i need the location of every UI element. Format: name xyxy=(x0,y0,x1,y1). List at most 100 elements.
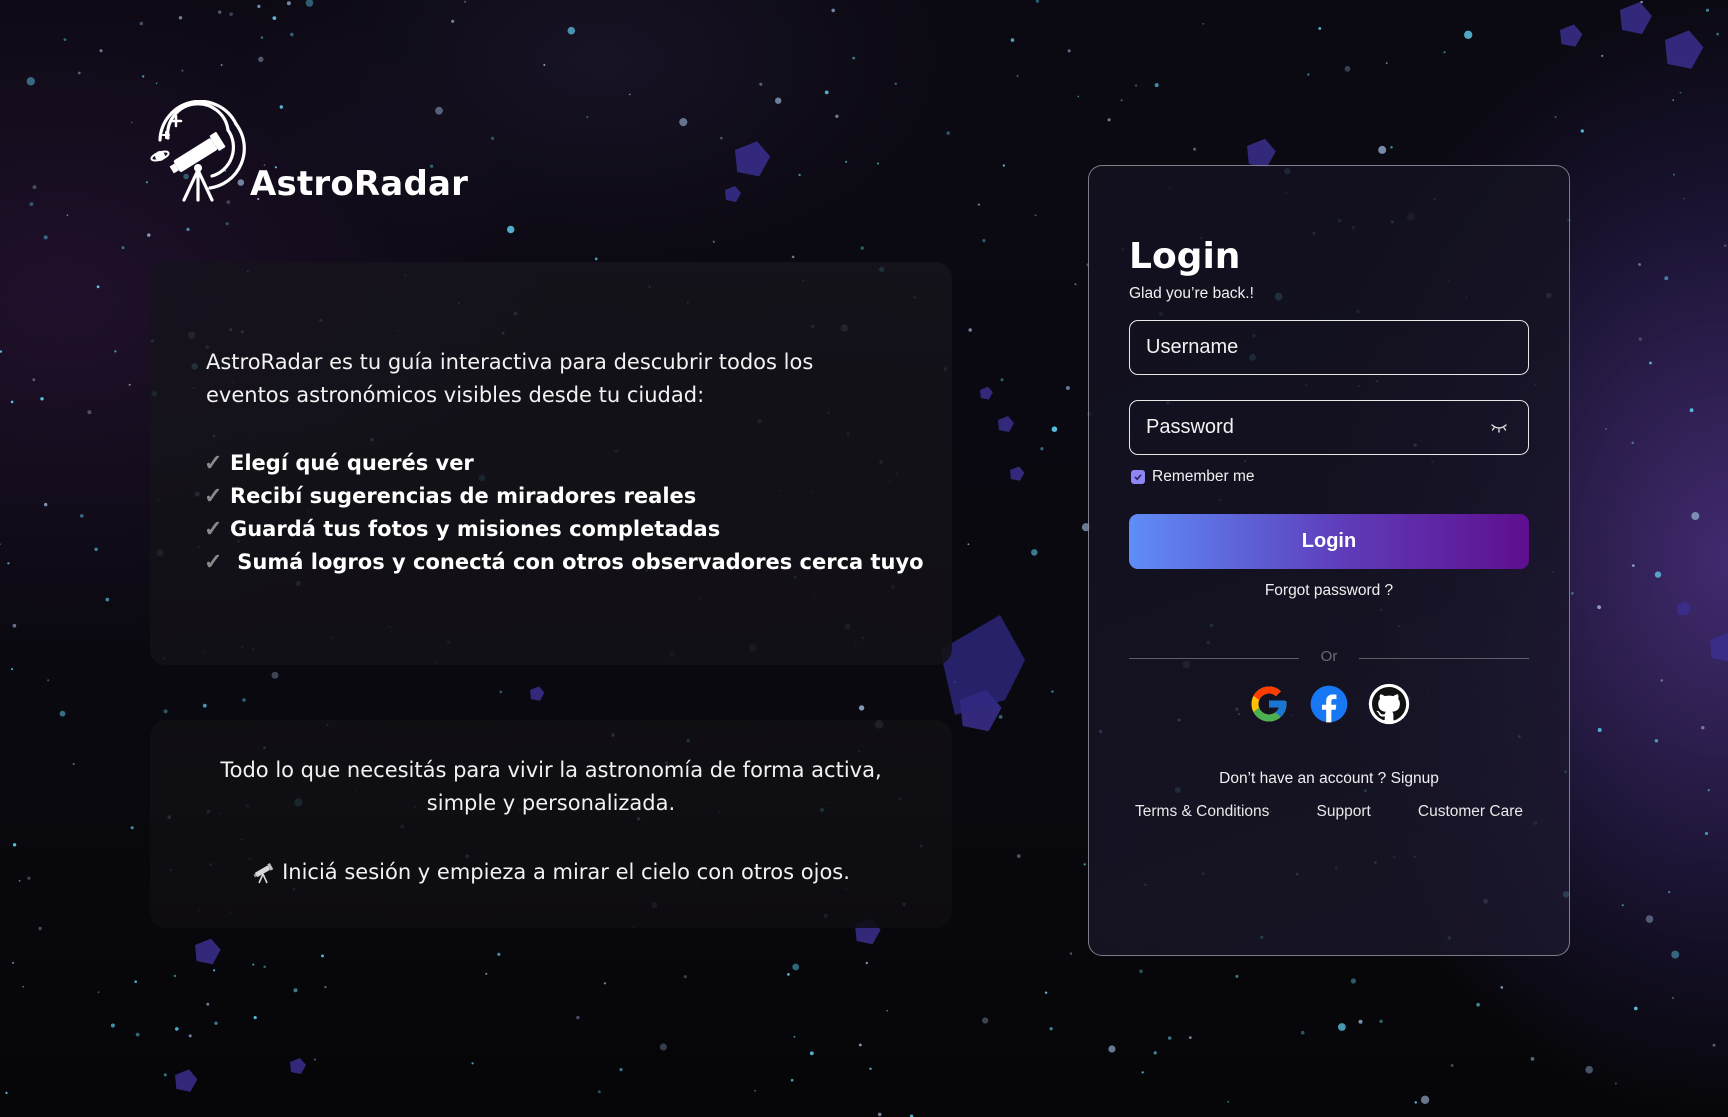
star xyxy=(790,1078,794,1082)
star xyxy=(485,972,488,975)
forgot-password-link[interactable]: Forgot password ? xyxy=(1129,582,1529,600)
star xyxy=(324,985,327,989)
star xyxy=(1571,592,1574,595)
star xyxy=(94,547,98,551)
star xyxy=(1067,49,1071,53)
star xyxy=(1378,145,1387,154)
star xyxy=(683,975,687,979)
star xyxy=(1034,214,1037,217)
star xyxy=(213,969,216,972)
star xyxy=(946,131,950,135)
star xyxy=(142,75,145,78)
customer-care-link[interactable]: Customer Care xyxy=(1418,803,1523,821)
star xyxy=(586,116,589,118)
list-item: ✓ Sumá logros y conectá con otros observ… xyxy=(204,545,924,578)
star xyxy=(1344,65,1351,72)
star xyxy=(313,1058,317,1061)
feature-list: ✓ Elegí qué querés ver ✓ Recibí sugerenc… xyxy=(204,446,924,578)
star xyxy=(1649,361,1652,365)
star xyxy=(5,1091,8,1094)
divider-line xyxy=(1359,658,1529,659)
remember-me[interactable]: Remember me xyxy=(1131,468,1255,486)
signup-link[interactable]: Don’t have an account ? Signup xyxy=(1129,770,1529,788)
eye-closed-icon[interactable] xyxy=(1489,420,1509,434)
star xyxy=(1689,408,1694,413)
login-card: Login Glad you’re back.! Remember me Log… xyxy=(1088,165,1570,956)
star xyxy=(1002,164,1005,167)
star xyxy=(1049,1027,1053,1031)
divider: Or xyxy=(1129,648,1529,668)
star xyxy=(1135,84,1138,87)
star xyxy=(1701,726,1705,730)
star xyxy=(543,64,546,66)
star xyxy=(679,118,688,127)
star xyxy=(1585,1065,1593,1074)
check-icon: ✓ xyxy=(204,449,223,475)
star xyxy=(629,93,631,96)
star xyxy=(1634,1006,1638,1011)
username-input[interactable] xyxy=(1129,320,1529,375)
password-input[interactable] xyxy=(1129,400,1529,455)
star xyxy=(12,843,17,847)
star xyxy=(1645,915,1654,923)
star xyxy=(1083,863,1086,866)
star xyxy=(139,21,144,26)
star xyxy=(96,285,100,289)
star xyxy=(1000,378,1004,382)
star xyxy=(1017,854,1021,858)
star xyxy=(1443,51,1446,54)
star xyxy=(597,1090,601,1094)
star xyxy=(619,1068,623,1072)
star xyxy=(225,222,229,226)
star xyxy=(1044,991,1048,994)
star xyxy=(1120,99,1123,102)
star xyxy=(894,82,897,85)
login-button[interactable]: Login xyxy=(1129,514,1529,569)
facebook-icon[interactable] xyxy=(1307,682,1351,726)
star xyxy=(852,56,856,60)
star xyxy=(1414,1101,1418,1104)
star xyxy=(202,703,207,708)
star xyxy=(121,246,125,250)
feature-text: Sumá logros y conectá con otros observad… xyxy=(230,549,924,574)
star xyxy=(1031,549,1038,556)
star xyxy=(1010,38,1015,42)
star xyxy=(258,56,264,62)
crystal-shape xyxy=(1247,138,1276,168)
star xyxy=(775,97,782,104)
star xyxy=(97,991,100,993)
star xyxy=(27,876,31,880)
star xyxy=(1597,728,1602,732)
star xyxy=(497,952,501,956)
star xyxy=(305,0,314,7)
star xyxy=(998,715,1003,719)
star xyxy=(1450,1064,1454,1067)
support-link[interactable]: Support xyxy=(1317,803,1371,821)
star xyxy=(114,350,117,353)
star xyxy=(1683,197,1685,200)
feature-text: Guardá tus fotos y misiones completadas xyxy=(230,516,721,541)
telescope-icon xyxy=(253,862,274,883)
star xyxy=(1035,0,1040,3)
star xyxy=(1016,75,1019,78)
star xyxy=(257,4,261,8)
star xyxy=(967,543,970,546)
star xyxy=(47,679,50,682)
star xyxy=(507,225,515,234)
star xyxy=(1691,512,1700,520)
star xyxy=(835,114,839,119)
google-icon[interactable] xyxy=(1247,682,1291,726)
github-icon[interactable] xyxy=(1367,682,1411,726)
star xyxy=(18,879,21,882)
crystal-shape xyxy=(735,141,771,177)
star xyxy=(754,1089,756,1092)
star xyxy=(858,705,865,711)
star xyxy=(40,397,44,401)
terms-link[interactable]: Terms & Conditions xyxy=(1135,803,1269,821)
star xyxy=(29,202,34,207)
remember-checkbox[interactable] xyxy=(1131,470,1145,484)
star xyxy=(253,1016,257,1020)
feature-text: Recibí sugerencias de miradores reales xyxy=(230,483,697,508)
star xyxy=(977,203,981,206)
star xyxy=(1065,386,1070,390)
